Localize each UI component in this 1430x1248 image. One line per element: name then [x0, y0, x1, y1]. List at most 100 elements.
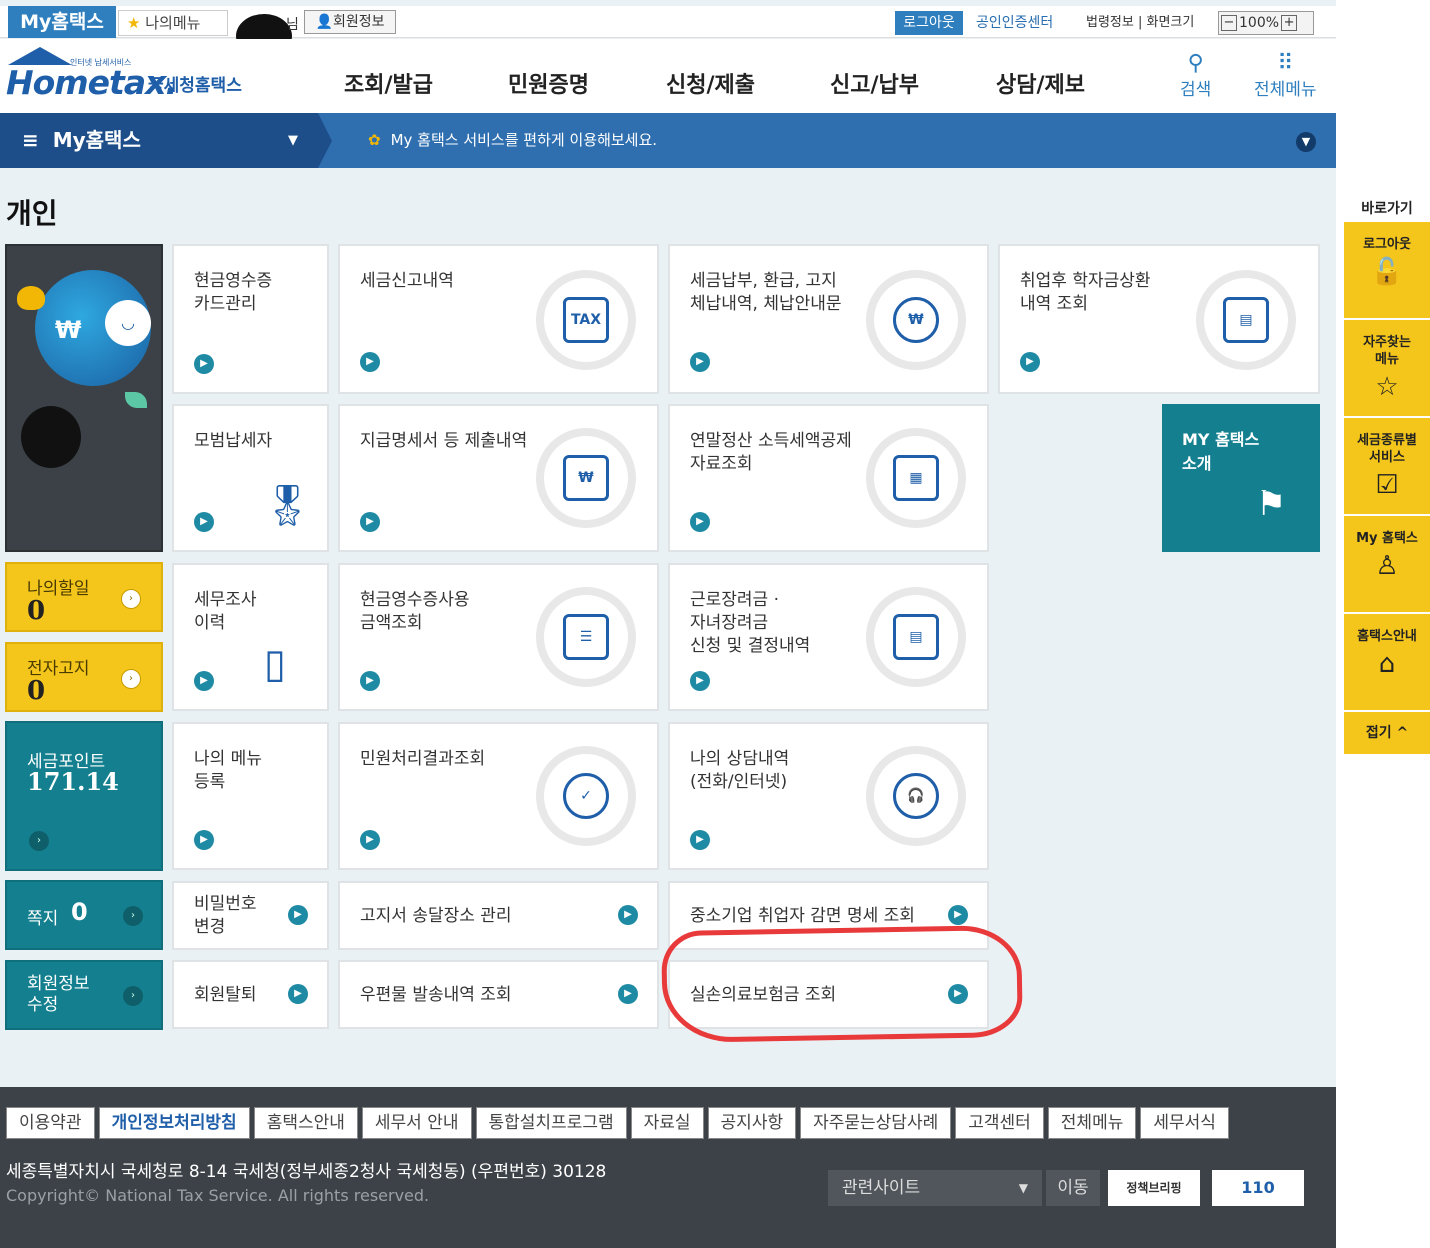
my-todo-card[interactable]: 나의할일 0 ›	[5, 562, 163, 632]
all-menu-button[interactable]: ⠿ 전체메뉴	[1254, 51, 1317, 100]
card-change-password[interactable]: 비밀번호 변경 ▶	[172, 881, 329, 950]
chevron-right-icon: ›	[121, 589, 141, 609]
card-year-end-settlement[interactable]: 연말정산 소득세액공제 자료조회 ▶ ▦	[668, 404, 989, 552]
arrow-circle-icon: ▶	[1020, 352, 1040, 372]
expand-button[interactable]: ▼	[1296, 132, 1316, 152]
arrow-circle-icon: ▶	[360, 671, 380, 691]
gnb-menu-report[interactable]: 신고/납부	[830, 67, 919, 99]
screen-size-label: 화면크기	[1146, 15, 1195, 30]
quick-logout[interactable]: 로그아웃 🔓	[1344, 222, 1430, 320]
star-icon: ★	[127, 14, 141, 32]
signpost-icon: ⚑	[1256, 484, 1287, 524]
policy-briefing-banner[interactable]: 정책브리핑	[1108, 1170, 1200, 1206]
gnb-menu-certificate[interactable]: 민원증명	[508, 67, 589, 99]
law-info-link[interactable]: 법령정보 | 화면크기	[1086, 11, 1194, 35]
footer-copyright: Copyright© National Tax Service. All rig…	[6, 1186, 430, 1205]
tax-house-icon: TAX	[563, 297, 609, 343]
card-model-taxpayer[interactable]: 모범납세자 ▶ 🎖	[172, 404, 329, 552]
card-tax-payment[interactable]: 세금납부, 환급, 고지 체납내역, 체납안내문 ▶ ₩	[668, 244, 989, 394]
related-site-go-button[interactable]: 이동	[1046, 1170, 1100, 1206]
notebook-icon: ▯	[264, 641, 287, 687]
card-earned-income-incentive[interactable]: 근로장려금 · 자녀장려금 신청 및 결정내역 ▶ ▤	[668, 563, 989, 711]
tax-point-card[interactable]: 세금포인트 171.14 ›	[5, 721, 163, 871]
quick-fold-button[interactable]: 접기 ^	[1344, 712, 1430, 754]
footer-link-notice[interactable]: 공지사항	[707, 1107, 797, 1139]
hometax-logo[interactable]: 인터넷 납세서비스 Hometax. 국세청홈택스	[6, 47, 242, 102]
footer-address: 세종특별자치시 국세청로 8-14 국세청(정부세종2청사 국세청동) (우편번…	[6, 1162, 607, 1182]
zoom-in-button[interactable]: +	[1281, 15, 1298, 31]
quick-favorite-menu[interactable]: 자주찾는 메뉴 ☆	[1344, 320, 1430, 418]
footer-link-customer[interactable]: 고객센터	[955, 1107, 1044, 1139]
flower-icon: ✿	[368, 131, 381, 149]
card-tax-audit[interactable]: 세무조사 이력 ▶ ▯	[172, 563, 329, 711]
roof-icon	[8, 47, 72, 65]
my-hometax-intro-card[interactable]: MY 홈택스 소개 ⚑	[1162, 404, 1320, 552]
zoom-out-button[interactable]: −	[1221, 15, 1237, 31]
card-consult-history[interactable]: 나의 상담내역 (전화/인터넷) ▶ 🎧	[668, 722, 989, 870]
card-student-loan[interactable]: 취업후 학자금상환 내역 조회 ▶ ▤	[998, 244, 1320, 394]
book-icon: ▤	[893, 614, 939, 660]
arrow-circle-icon: ▶	[360, 512, 380, 532]
footer-link-all-menu[interactable]: 전체메뉴	[1047, 1107, 1137, 1139]
search-icon: ⚲	[1187, 51, 1204, 76]
chevron-down-icon: ▼	[1301, 135, 1311, 148]
gnb-menu-inquiry[interactable]: 조회/발급	[344, 67, 433, 99]
arrow-circle-icon: ▶	[194, 671, 214, 691]
my-hometax-tab[interactable]: My홈택스	[8, 6, 116, 38]
call-110-banner[interactable]: 110	[1212, 1170, 1304, 1206]
footer-link-forms[interactable]: 세무서식	[1140, 1107, 1229, 1139]
caret-down-icon: ▼	[288, 133, 298, 148]
check-circle-icon: ✓	[563, 773, 609, 819]
card-cash-receipt-amount[interactable]: 현금영수증사용 금액조회 ▶ ☰	[338, 563, 659, 711]
ribbon-medal-icon: 🎖	[262, 483, 313, 529]
footer-link-guide[interactable]: 홈택스안내	[253, 1107, 358, 1139]
footer-link-privacy[interactable]: 개인정보처리방침	[98, 1107, 250, 1139]
card-cash-receipt[interactable]: 현금영수증 카드관리 ▶	[172, 244, 329, 394]
logout-button[interactable]: 로그아웃	[895, 11, 963, 35]
card-payment-statement[interactable]: 지급명세서 등 제출내역 ▶ ₩	[338, 404, 659, 552]
member-info-button[interactable]: 👤회원정보	[304, 10, 396, 34]
quick-hometax-guide[interactable]: 홈택스안내 ⌂	[1344, 614, 1430, 712]
chevron-right-icon: ›	[29, 831, 49, 851]
footer-link-faq[interactable]: 자주묻는상담사례	[800, 1107, 952, 1139]
footer-link-terms[interactable]: 이용약관	[6, 1107, 95, 1139]
card-bill-delivery[interactable]: 고지서 송달장소 관리 ▶	[338, 881, 659, 950]
card-my-menu-register[interactable]: 나의 메뉴 등록 ▶	[172, 722, 329, 870]
my-menu-tab[interactable]: ★ 나의메뉴	[118, 10, 228, 36]
footer-link-library[interactable]: 자료실	[630, 1107, 704, 1139]
redacted-profile	[21, 406, 81, 468]
unlock-icon: 🔓	[1370, 257, 1404, 287]
card-civil-petition-result[interactable]: 민원처리결과조회 ▶ ✓	[338, 722, 659, 870]
arrow-circle-icon: ▶	[948, 905, 968, 925]
document-won-icon: ₩	[563, 455, 609, 501]
related-site-select[interactable]: 관련사이트 ▼	[828, 1170, 1042, 1206]
footer-link-install[interactable]: 통합설치프로그램	[475, 1107, 627, 1139]
quick-menu: 바로가기 로그아웃 🔓 자주찾는 메뉴 ☆ 세금종류별 서비스 ☑ My 홈택스 ♙ 홈…	[1344, 196, 1430, 754]
card-mail-history[interactable]: 우편물 발송내역 조회 ▶	[338, 960, 659, 1029]
gnb-menu-consult[interactable]: 상담/제보	[996, 67, 1085, 99]
arrow-circle-icon: ▶	[288, 905, 308, 925]
arrow-circle-icon: ▶	[360, 352, 380, 372]
quick-my-hometax[interactable]: My 홈택스 ♙	[1344, 516, 1430, 614]
arrow-circle-icon: ▶	[690, 671, 710, 691]
card-tax-report-history[interactable]: 세금신고내역 ▶ TAX	[338, 244, 659, 394]
e-bill-card[interactable]: 전자고지 0 ›	[5, 642, 163, 712]
red-highlight-annotation	[661, 924, 1023, 1044]
my-hometax-dropdown[interactable]: ≡ My홈택스 ▼	[0, 113, 318, 168]
footer-link-tax-office[interactable]: 세무서 안내	[361, 1107, 472, 1139]
page-title: 개인	[6, 197, 58, 230]
cert-center-link[interactable]: 공인인증센터	[976, 11, 1053, 35]
arrow-circle-icon: ▶	[618, 905, 638, 925]
global-nav: 인터넷 납세서비스 Hometax. 국세청홈택스 조회/발급 민원증명 신청/…	[0, 39, 1336, 113]
gnb-menu-apply[interactable]: 신청/제출	[666, 67, 755, 99]
quick-tax-service[interactable]: 세금종류별 서비스 ☑	[1344, 418, 1430, 516]
home-hand-icon: ⌂	[1378, 649, 1396, 679]
note-card[interactable]: 쪽지 0 ›	[5, 880, 163, 950]
name-suffix: 님	[286, 17, 299, 33]
mail-check-icon: ☑	[1375, 470, 1399, 500]
card-withdraw-membership[interactable]: 회원탈퇴 ▶	[172, 960, 329, 1029]
heart-icon	[17, 286, 45, 310]
edit-member-card[interactable]: 회원정보 수정 ›	[5, 960, 163, 1030]
arrow-circle-icon: ▶	[690, 830, 710, 850]
search-button[interactable]: ⚲ 검색	[1180, 51, 1211, 100]
